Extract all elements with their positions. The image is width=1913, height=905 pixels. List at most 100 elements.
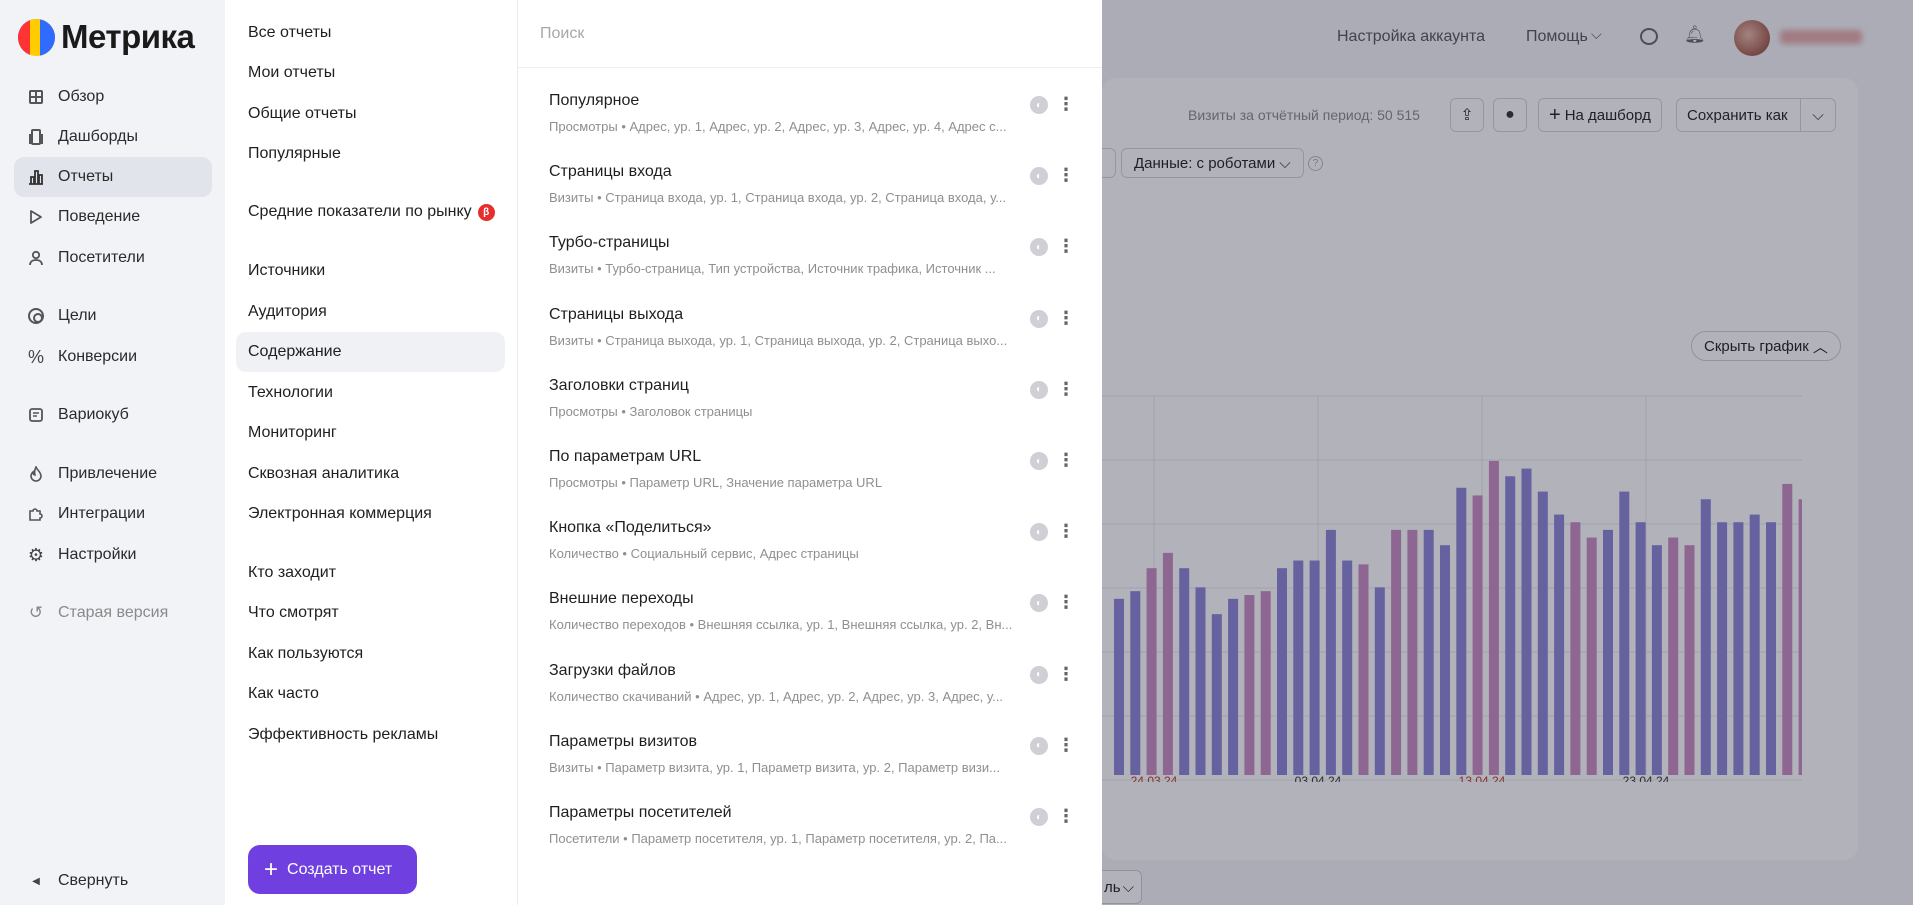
report-categories-panel: Все отчеты Мои отчеты Общие отчеты Попул… xyxy=(225,0,518,905)
favorite-icon[interactable]: ◐ xyxy=(1030,309,1048,328)
play-icon xyxy=(26,207,46,227)
report-metrics: Визиты • Параметр визита, ур. 1, Парамет… xyxy=(549,759,1000,775)
report-title[interactable]: Популярное xyxy=(549,92,639,110)
caret-left-icon: ◀ xyxy=(32,875,40,887)
category-ecommerce[interactable]: Электронная коммерция xyxy=(236,494,505,534)
report-item[interactable]: Кнопка «Поделиться» Количество • Социальн… xyxy=(518,511,1102,582)
report-item[interactable]: Параметры визитов Визиты • Параметр визит… xyxy=(518,725,1102,796)
report-item[interactable]: Страницы выхода Визиты • Страница выхода,… xyxy=(518,298,1102,369)
sidebar-item-reports[interactable]: Отчеты xyxy=(14,157,212,197)
category-all-reports[interactable]: Все отчеты xyxy=(236,13,505,53)
report-title[interactable]: По параметрам URL xyxy=(549,448,701,466)
report-item[interactable]: Внешние переходы Количество переходов • В… xyxy=(518,582,1102,653)
sidebar: Метрика Обзор Дашборды Отчеты Поведение … xyxy=(0,0,225,905)
report-metrics: Визиты • Страница входа, ур. 1, Страница… xyxy=(549,190,1007,206)
more-options-icon[interactable]: ⋮ xyxy=(1057,234,1075,258)
category-popular[interactable]: Популярные xyxy=(236,134,505,174)
more-options-icon[interactable]: ⋮ xyxy=(1057,519,1075,543)
report-title[interactable]: Страницы выхода xyxy=(549,306,683,324)
category-how-often[interactable]: Как часто xyxy=(236,674,505,714)
report-title[interactable]: Турбо-страницы xyxy=(549,234,670,252)
favorite-icon[interactable]: ◐ xyxy=(1030,665,1048,684)
modal-overlay[interactable] xyxy=(1102,0,1913,905)
sidebar-item-variocube[interactable]: Вариокуб xyxy=(14,395,212,435)
more-options-icon[interactable]: ⋮ xyxy=(1057,804,1075,828)
sidebar-item-settings[interactable]: ⚙ Настройки xyxy=(14,535,212,575)
category-shared-reports[interactable]: Общие отчеты xyxy=(236,94,505,134)
report-metrics: Просмотры • Параметр URL, Значение парам… xyxy=(549,475,883,490)
more-options-icon[interactable]: ⋮ xyxy=(1057,590,1075,614)
category-monitoring[interactable]: Мониторинг xyxy=(236,413,505,453)
report-title[interactable]: Страницы входа xyxy=(549,163,672,181)
category-what-they-view[interactable]: Что смотрят xyxy=(236,593,505,633)
more-options-icon[interactable]: ⋮ xyxy=(1057,163,1075,187)
category-ad-effectiveness[interactable]: Эффективность рекламы xyxy=(236,715,505,755)
sidebar-item-dashboards[interactable]: Дашборды xyxy=(14,117,212,157)
report-item[interactable]: По параметрам URL Просмотры • Параметр UR… xyxy=(518,440,1102,511)
undo-icon: ↺ xyxy=(28,603,44,622)
create-report-button[interactable]: + Создать отчет xyxy=(248,845,417,894)
reports-list-panel: Популярное Просмотры • Адрес, ур. 1, Адре… xyxy=(518,0,1102,905)
category-my-reports[interactable]: Мои отчеты xyxy=(236,53,505,93)
category-technologies[interactable]: Технологии xyxy=(236,373,505,413)
favorite-icon[interactable]: ◐ xyxy=(1030,167,1048,186)
category-content[interactable]: Содержание xyxy=(236,332,505,372)
more-options-icon[interactable]: ⋮ xyxy=(1057,377,1075,401)
sidebar-item-conversions[interactable]: % Конверсии xyxy=(14,337,212,377)
favorite-icon[interactable]: ◐ xyxy=(1030,808,1048,826)
report-title[interactable]: Внешние переходы xyxy=(549,590,694,608)
metrika-logo-icon xyxy=(18,18,55,56)
category-sources[interactable]: Источники xyxy=(236,251,505,291)
report-title[interactable]: Заголовки страниц xyxy=(549,377,689,395)
category-audience[interactable]: Аудитория xyxy=(236,292,505,332)
report-item[interactable]: Загрузки файлов Количество скачиваний • А… xyxy=(518,654,1102,725)
more-options-icon[interactable]: ⋮ xyxy=(1057,733,1075,757)
report-title[interactable]: Кнопка «Поделиться» xyxy=(549,519,712,537)
category-end-to-end-analytics[interactable]: Сквозная аналитика xyxy=(236,454,505,494)
collapse-sidebar-button[interactable]: ◀ Свернуть xyxy=(14,861,212,901)
bar-chart-icon xyxy=(26,167,46,187)
favorite-icon[interactable]: ◐ xyxy=(1030,736,1048,755)
report-metrics: Количество скачиваний • Адрес, ур. 1, Ад… xyxy=(549,688,1003,704)
search-input[interactable] xyxy=(540,20,1060,48)
report-item[interactable]: Параметры посетителей Посетители • Параме… xyxy=(518,796,1102,867)
category-how-they-use[interactable]: Как пользуются xyxy=(236,634,505,674)
report-item[interactable]: Турбо-страницы Визиты • Турбо-страница, Т… xyxy=(518,226,1102,297)
sidebar-item-overview[interactable]: Обзор xyxy=(14,77,212,117)
sidebar-item-goals[interactable]: Цели xyxy=(14,296,212,336)
report-title[interactable]: Параметры визитов xyxy=(549,733,697,751)
more-options-icon[interactable]: ⋮ xyxy=(1057,662,1075,686)
favorite-icon[interactable]: ◐ xyxy=(1030,452,1048,470)
sidebar-item-behavior[interactable]: Поведение xyxy=(14,197,212,237)
report-title[interactable]: Параметры посетителей xyxy=(549,804,732,822)
logo[interactable]: Метрика xyxy=(18,18,195,56)
report-item[interactable]: Страницы входа Визиты • Страница входа, у… xyxy=(518,155,1102,226)
target-icon xyxy=(26,306,46,326)
report-metrics: Посетители • Параметр посетителя, ур. 1,… xyxy=(549,831,1007,846)
category-who-visits[interactable]: Кто заходит xyxy=(236,553,505,593)
favorite-icon[interactable]: ◐ xyxy=(1030,380,1048,399)
grid-icon xyxy=(26,87,46,107)
cube-icon xyxy=(26,405,46,425)
more-options-icon[interactable]: ⋮ xyxy=(1057,92,1075,116)
report-item[interactable]: Заголовки страниц Просмотры • Заголовок с… xyxy=(518,369,1102,440)
sidebar-item-old-version[interactable]: ↺ Старая версия xyxy=(14,593,212,633)
report-metrics: Количество • Социальный сервис, Адрес ст… xyxy=(549,546,859,562)
favorite-icon[interactable]: ◐ xyxy=(1030,96,1048,114)
sidebar-item-integrations[interactable]: Интеграции xyxy=(14,494,212,534)
category-market-averages[interactable]: Средние показатели по рынку β xyxy=(236,192,505,232)
report-title[interactable]: Загрузки файлов xyxy=(549,662,676,680)
dashboard-icon xyxy=(26,127,46,147)
favorite-icon[interactable]: ◐ xyxy=(1030,594,1048,613)
more-options-icon[interactable]: ⋮ xyxy=(1057,306,1075,330)
more-options-icon[interactable]: ⋮ xyxy=(1057,448,1075,472)
report-item[interactable]: Популярное Просмотры • Адрес, ур. 1, Адре… xyxy=(518,84,1102,155)
sidebar-item-acquisition[interactable]: Привлечение xyxy=(14,454,212,494)
report-metrics: Визиты • Турбо-страница, Тип устройства,… xyxy=(549,261,996,277)
sidebar-item-visitors[interactable]: Посетители xyxy=(14,238,212,278)
favorite-icon[interactable]: ◐ xyxy=(1030,523,1048,542)
favorite-icon[interactable]: ◐ xyxy=(1030,238,1048,257)
flame-icon xyxy=(26,464,46,484)
search-bar xyxy=(518,0,1102,68)
user-icon xyxy=(26,248,46,268)
